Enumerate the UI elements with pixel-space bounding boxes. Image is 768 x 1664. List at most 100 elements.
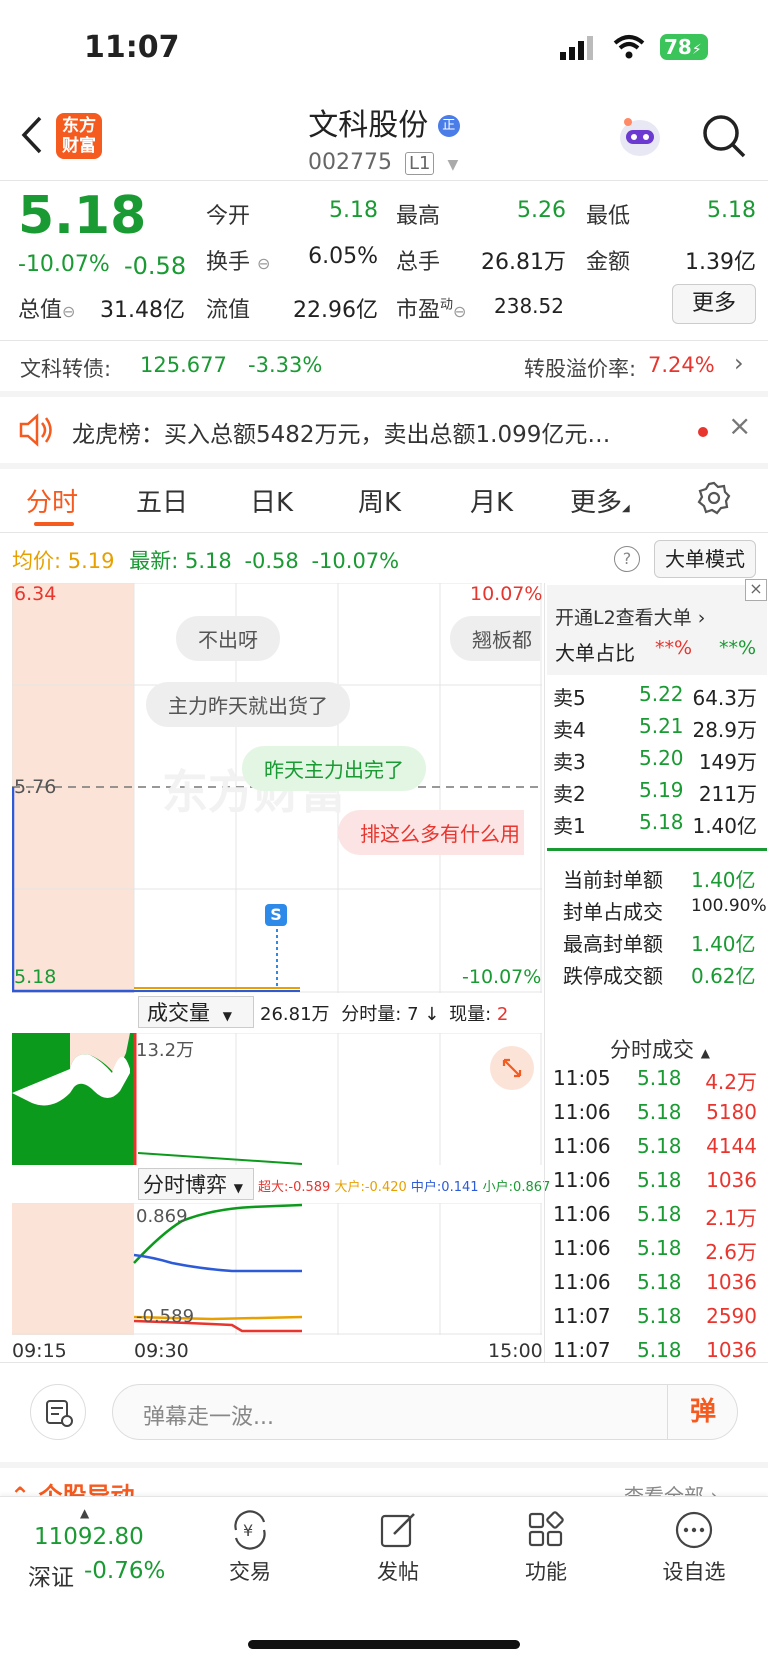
game-selector[interactable]: 分时博弈 ▼ bbox=[138, 1168, 254, 1200]
mid-label: 中户: bbox=[410, 1180, 442, 1195]
time-axis-end: 15:00 bbox=[488, 1340, 543, 1362]
trade-row: 11:06 5.18 4144 bbox=[553, 1134, 763, 1164]
danmaku-bubble[interactable]: 主力昨天就出货了 bbox=[146, 682, 350, 727]
turnover-value: 6.05% bbox=[308, 244, 378, 269]
close-icon[interactable]: × bbox=[745, 579, 767, 601]
ask-row[interactable]: 卖2 5.19 211万 bbox=[553, 778, 763, 806]
nav-add-watchlist[interactable]: 设自选 bbox=[634, 1556, 754, 1586]
close-icon[interactable]: × bbox=[728, 409, 751, 442]
danmaku-input[interactable]: 弹幕走一波... 弹 bbox=[112, 1384, 738, 1440]
latest-change: -0.58 bbox=[244, 549, 299, 573]
seal-value: 1.40亿 bbox=[691, 868, 756, 892]
wifi-icon bbox=[612, 34, 646, 64]
gear-icon[interactable] bbox=[696, 480, 732, 520]
tab-more[interactable]: 更多◢ bbox=[570, 482, 630, 519]
tab-five-day[interactable]: 五日 bbox=[136, 482, 188, 519]
turnover-label-text: 换手 bbox=[206, 250, 251, 275]
change-value: -0.58 bbox=[124, 252, 187, 280]
trade-time: 11:06 bbox=[553, 1236, 611, 1260]
volume-total: 26.81万 bbox=[260, 1004, 330, 1025]
latest-value: 5.18 bbox=[184, 549, 232, 573]
index-name: 深证 bbox=[28, 1565, 74, 1591]
caret-up-icon: ▲ bbox=[700, 1046, 710, 1060]
l2-link: 开通L2查看大单 › bbox=[555, 607, 706, 629]
seal-row: 最高封单额 1.40亿 bbox=[553, 928, 763, 956]
big-order-mode-button[interactable]: 大单模式 bbox=[654, 540, 756, 578]
danmaku-bubble[interactable]: 不出呀 bbox=[176, 616, 280, 661]
danmaku-send-button[interactable]: 弹 bbox=[667, 1385, 738, 1439]
notice-bar[interactable]: 龙虎榜：买入总额5482万元，卖出总额1.099亿元… × bbox=[0, 397, 768, 463]
search-icon[interactable] bbox=[700, 112, 748, 164]
stock-code: 002775 bbox=[308, 150, 392, 175]
y-low-pct-label: -10.07% bbox=[462, 966, 542, 988]
index-ticker[interactable]: ▲ 11092.80 深证 -0.76% bbox=[24, 1506, 184, 1591]
tab-day-k[interactable]: 日K bbox=[250, 482, 293, 519]
open-value: 5.18 bbox=[329, 198, 378, 223]
danmaku-bubble[interactable]: 排这么多有什么用 bbox=[338, 810, 524, 855]
unread-dot bbox=[698, 427, 708, 437]
amount-value: 1.39亿 bbox=[685, 250, 756, 275]
stock-code-row[interactable]: 002775 L1 ▼ bbox=[308, 150, 458, 175]
index-value: 11092.80 bbox=[34, 1524, 144, 1550]
more-button[interactable]: 更多 bbox=[672, 284, 756, 324]
danmaku-bubble[interactable]: 昨天主力出完了 bbox=[242, 746, 426, 791]
trade-volume: 1036 bbox=[706, 1338, 757, 1362]
turnover-label: 换手 ⊖ bbox=[206, 244, 270, 276]
time-axis-start: 09:15 bbox=[12, 1340, 67, 1362]
seal-value: 100.90% bbox=[691, 896, 767, 916]
help-icon[interactable]: ? bbox=[614, 546, 640, 572]
trades-title[interactable]: 分时成交 ▲ bbox=[610, 1034, 710, 1064]
volume-value: 26.81万 bbox=[481, 250, 566, 275]
trades-title-text: 分时成交 bbox=[610, 1038, 694, 1062]
robot-assistant-icon[interactable] bbox=[616, 112, 664, 160]
trade-price: 5.18 bbox=[637, 1066, 682, 1090]
nav-post[interactable]: 发帖 bbox=[338, 1556, 458, 1586]
signal-icon bbox=[560, 36, 594, 64]
bond-row[interactable]: 文科转债: 125.677 -3.33% 转股溢价率: 7.24% › bbox=[0, 341, 768, 391]
ask-row[interactable]: 卖1 5.18 1.40亿 bbox=[553, 810, 763, 838]
l2-promo-box[interactable]: 开通L2查看大单 › 大单占比 **% **% × bbox=[547, 579, 767, 675]
ask-row[interactable]: 卖5 5.22 64.3万 bbox=[553, 682, 763, 710]
danmaku-bubble[interactable]: 翘板都 bbox=[450, 616, 540, 661]
l2-link-text: 开通L2查看大单 bbox=[555, 607, 692, 629]
high-value: 5.26 bbox=[517, 198, 566, 223]
ask-row[interactable]: 卖3 5.20 149万 bbox=[553, 746, 763, 774]
info-icon[interactable]: ⊖ bbox=[257, 254, 270, 273]
caret-up-icon: ▲ bbox=[80, 1506, 90, 1520]
section-view-all[interactable]: 查看全部 › bbox=[624, 1480, 718, 1496]
expand-icon[interactable] bbox=[490, 1046, 534, 1090]
high-label: 最高 bbox=[396, 204, 441, 229]
pe-label: 市盈动⊖ bbox=[396, 292, 466, 324]
tab-week-k[interactable]: 周K bbox=[358, 482, 401, 519]
tab-fenshi[interactable]: 分时 bbox=[26, 482, 78, 519]
ask-row[interactable]: 卖4 5.21 28.9万 bbox=[553, 714, 763, 742]
y-low-label: 5.18 bbox=[14, 966, 57, 988]
comment-list-icon[interactable] bbox=[30, 1384, 86, 1440]
open-label: 今开 bbox=[206, 204, 251, 229]
time-axis-open: 09:30 bbox=[134, 1340, 189, 1362]
tab-indicator bbox=[34, 522, 74, 526]
volume-label: 总手 bbox=[396, 250, 441, 275]
ask-price: 5.21 bbox=[639, 714, 684, 738]
info-icon[interactable]: ⊖ bbox=[62, 302, 75, 321]
bond-change: -3.33% bbox=[248, 353, 323, 377]
latest-change-pct: -10.07% bbox=[311, 549, 400, 573]
chevron-up-icon: ⌃ bbox=[10, 1482, 31, 1496]
trade-price: 5.18 bbox=[637, 1304, 682, 1328]
tab-month-k[interactable]: 月K bbox=[470, 482, 513, 519]
volume-selector[interactable]: 成交量 ▼ bbox=[138, 996, 254, 1028]
game-selector-label: 分时博弈 bbox=[143, 1173, 227, 1197]
nav-function[interactable]: 功能 bbox=[486, 1556, 606, 1586]
avg-value: 5.19 bbox=[67, 549, 115, 573]
info-icon[interactable]: ⊖ bbox=[453, 302, 466, 321]
sell-marker[interactable]: S bbox=[265, 904, 287, 926]
low-label: 最低 bbox=[586, 204, 631, 229]
trade-time: 11:06 bbox=[553, 1168, 611, 1192]
big-order-ratio-2: **% bbox=[719, 637, 757, 659]
caret-down-icon: ▼ bbox=[222, 1009, 232, 1023]
game-bottom-label: -0.589 bbox=[136, 1306, 195, 1327]
section-title-text: 个股异动 bbox=[38, 1482, 135, 1496]
trade-time: 11:05 bbox=[553, 1066, 611, 1090]
avg-label: 均价: bbox=[12, 549, 62, 573]
nav-trade[interactable]: 交易 bbox=[190, 1556, 310, 1586]
